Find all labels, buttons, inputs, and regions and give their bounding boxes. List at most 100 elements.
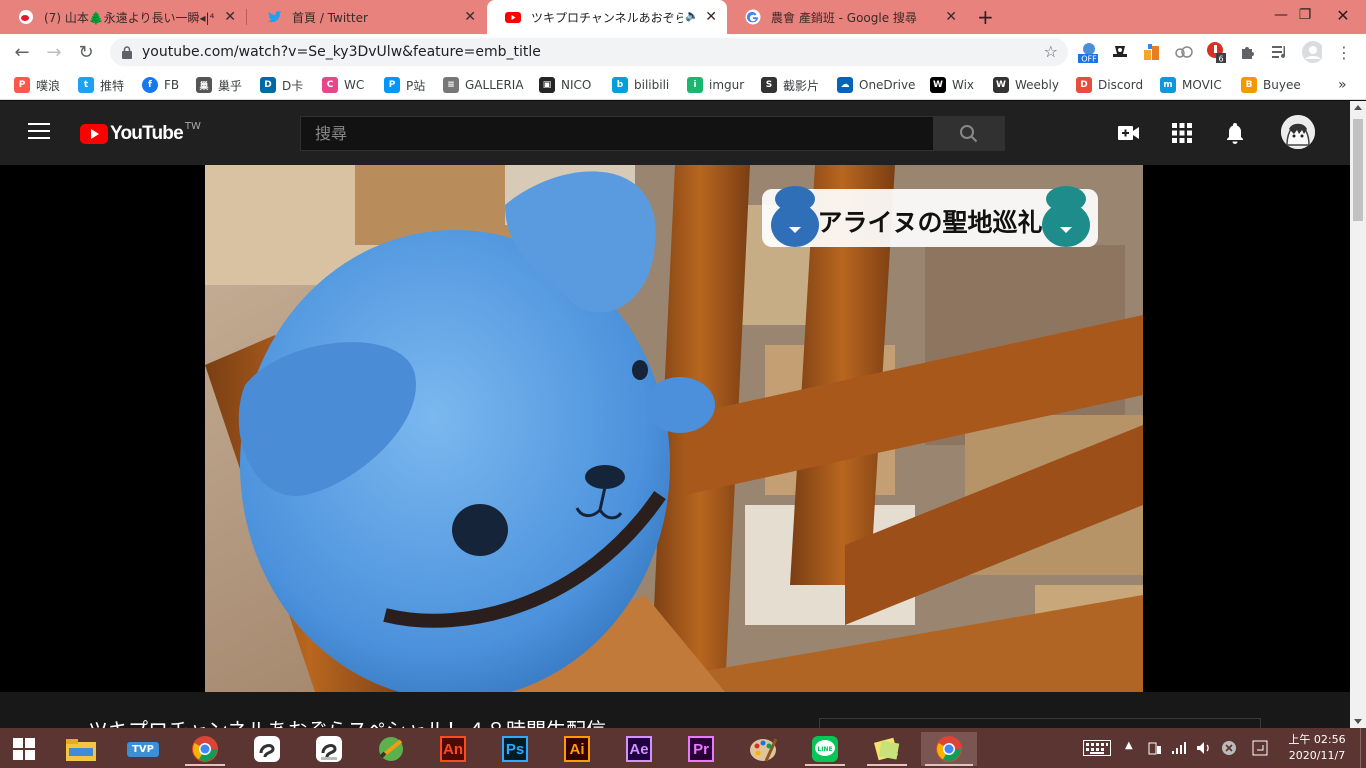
scroll-up-icon[interactable] [1354,105,1362,110]
input-method-icon[interactable] [1252,740,1268,759]
bookmark-weebly[interactable]: W Weebly [993,76,1059,94]
bookmark-bilibili[interactable]: b bilibili [612,76,669,94]
painttool-icon[interactable] [367,732,415,766]
clock-date: 2020/11/7 [1288,749,1346,762]
tab-title: ツキプロチャンネルあおぞら [531,10,683,25]
window-close-icon[interactable]: ✕ [1320,0,1366,30]
audio-playing-icon[interactable]: 🔈 [685,9,699,22]
forward-arrow-icon[interactable]: → [42,40,66,64]
bookmark-discord[interactable]: D Discord [1076,76,1143,94]
bookmark-screenshot[interactable]: S 截影片 [761,76,819,94]
lock-icon[interactable] [122,44,132,63]
address-bar[interactable]: youtube.com/watch?v=Se_ky3DvUlw&feature=… [110,38,1068,66]
scroll-down-icon[interactable] [1354,719,1362,724]
photoshop-icon[interactable]: Ps [491,732,539,766]
search-input[interactable] [301,117,933,150]
chrome-icon[interactable] [181,732,229,766]
youtube-logo[interactable]: YouTube TW [80,121,201,145]
chrome-menu-icon[interactable]: ⋮ [1334,42,1354,62]
bookmark-fb[interactable]: f FB [142,76,179,94]
video-overlay-text: アライヌの聖地巡礼 [817,208,1042,237]
hamburger-menu-icon[interactable] [28,123,50,143]
bookmark-plurk[interactable]: P 噗浪 [14,76,60,94]
line-icon[interactable]: LINE [801,732,849,766]
bookmark-wc[interactable]: C WC [322,76,364,94]
show-desktop-button[interactable] [1360,728,1366,768]
cloud-extension-icon[interactable] [1174,42,1194,62]
tvp-icon[interactable]: TVP [119,732,167,766]
page-scrollbar[interactable] [1350,101,1366,728]
tab-youtube[interactable]: ツキプロチャンネルあおぞら 🔈 ✕ [487,0,727,34]
adblock-extension-icon[interactable]: 6 [1206,42,1226,63]
apps-grid-icon[interactable] [1170,121,1194,145]
bookmark-movic[interactable]: m MOVIC [1160,76,1222,94]
start-button[interactable] [0,732,48,766]
tab-weibo[interactable]: (7) 山本🌲永遠より長い一瞬◂|⁴⁶ ✕ [0,0,246,34]
windows-taskbar: TVP An Ps Ai Ae Pr LINE ▲ 上午 02:56 2020/… [0,728,1366,768]
status-close-icon[interactable] [1221,740,1237,759]
extensions-puzzle-icon[interactable] [1238,42,1258,62]
bookmark-wix[interactable]: W Wix [930,76,974,94]
dog-mascot-icon [771,186,819,247]
media-control-icon[interactable] [1270,42,1290,62]
bookmark-dcard[interactable]: D D卡 [260,76,303,94]
bookmark-label: MOVIC [1182,78,1222,92]
tab-title: (7) 山本🌲永遠より長い一瞬◂|⁴⁶ [44,10,214,25]
discord-icon: D [1076,77,1092,93]
search-button[interactable] [933,116,1005,151]
puzzle-color-extension-icon[interactable] [1142,42,1162,62]
premiere-icon[interactable]: Pr [677,732,725,766]
paint-palette-icon[interactable] [739,732,787,766]
profile-icon[interactable] [1302,41,1322,63]
reload-icon[interactable]: ↻ [74,40,98,64]
touch-keyboard-icon[interactable] [1083,740,1111,759]
bookmark-imgur[interactable]: i imgur [687,76,744,94]
tab-twitter[interactable]: 首頁 / Twitter ✕ [248,0,486,34]
bookmark-star-icon[interactable]: ☆ [1044,42,1058,61]
photoshop-label: Ps [502,736,528,762]
avatar[interactable] [1281,115,1315,149]
bookmark-label: GALLERIA [465,78,524,92]
tab-google[interactable]: 農會 產銷班 - Google 搜尋 ✕ [727,0,967,34]
wifi-signal-icon[interactable] [1171,740,1187,759]
bookmark-pixiv[interactable]: P P站 [384,76,425,94]
system-clock[interactable]: 上午 02:56 2020/11/7 [1282,732,1352,764]
clip-studio-paint-icon[interactable] [305,732,353,766]
animate-label: An [440,736,466,762]
show-hidden-icons-icon[interactable]: ▲ [1125,740,1133,751]
chrome-active-icon[interactable] [921,732,977,766]
bookmark-label: 巢乎 [218,78,243,93]
search-box[interactable] [300,116,934,151]
bookmark-buyee[interactable]: B Buyee [1241,76,1301,94]
close-tab-icon[interactable]: ✕ [464,9,476,25]
after-effects-icon[interactable]: Ae [615,732,663,766]
bookmark-label: Weebly [1015,78,1059,92]
scroll-thumb[interactable] [1353,119,1363,221]
close-tab-icon[interactable]: ✕ [705,9,717,25]
sticky-notes-icon[interactable] [863,732,911,766]
tab-divider [246,9,247,25]
file-explorer-icon[interactable] [57,732,105,766]
animate-icon[interactable]: An [429,732,477,766]
illustrator-icon[interactable]: Ai [553,732,601,766]
create-video-icon[interactable] [1117,121,1141,145]
video-player[interactable]: アライヌの聖地巡礼 [205,165,1143,692]
volume-icon[interactable] [1196,740,1212,759]
bookmark-label: bilibili [634,78,670,92]
hat-extension-icon[interactable] [1110,42,1130,62]
bookmark-chaohu[interactable]: 巢巢乎 [196,76,242,94]
clip-studio-icon[interactable] [243,732,291,766]
extension-off-icon[interactable]: OFF [1078,42,1098,63]
notifications-bell-icon[interactable] [1223,121,1247,145]
new-tab-button[interactable]: + [977,5,994,29]
close-tab-icon[interactable]: ✕ [945,9,957,25]
close-tab-icon[interactable]: ✕ [224,9,236,25]
network-icon[interactable] [1147,740,1163,759]
more-bookmarks-button[interactable]: » [1338,76,1347,94]
back-arrow-icon[interactable]: ← [10,40,34,64]
bookmark-nico[interactable]: ▣ NICO [539,76,591,94]
bookmark-galleria[interactable]: ≡ GALLERIA [443,76,524,94]
windows-start-icon [13,738,35,760]
bookmark-onedrive[interactable]: ☁ OneDrive [837,76,915,94]
bookmark-twitter[interactable]: t 推特 [78,76,124,94]
